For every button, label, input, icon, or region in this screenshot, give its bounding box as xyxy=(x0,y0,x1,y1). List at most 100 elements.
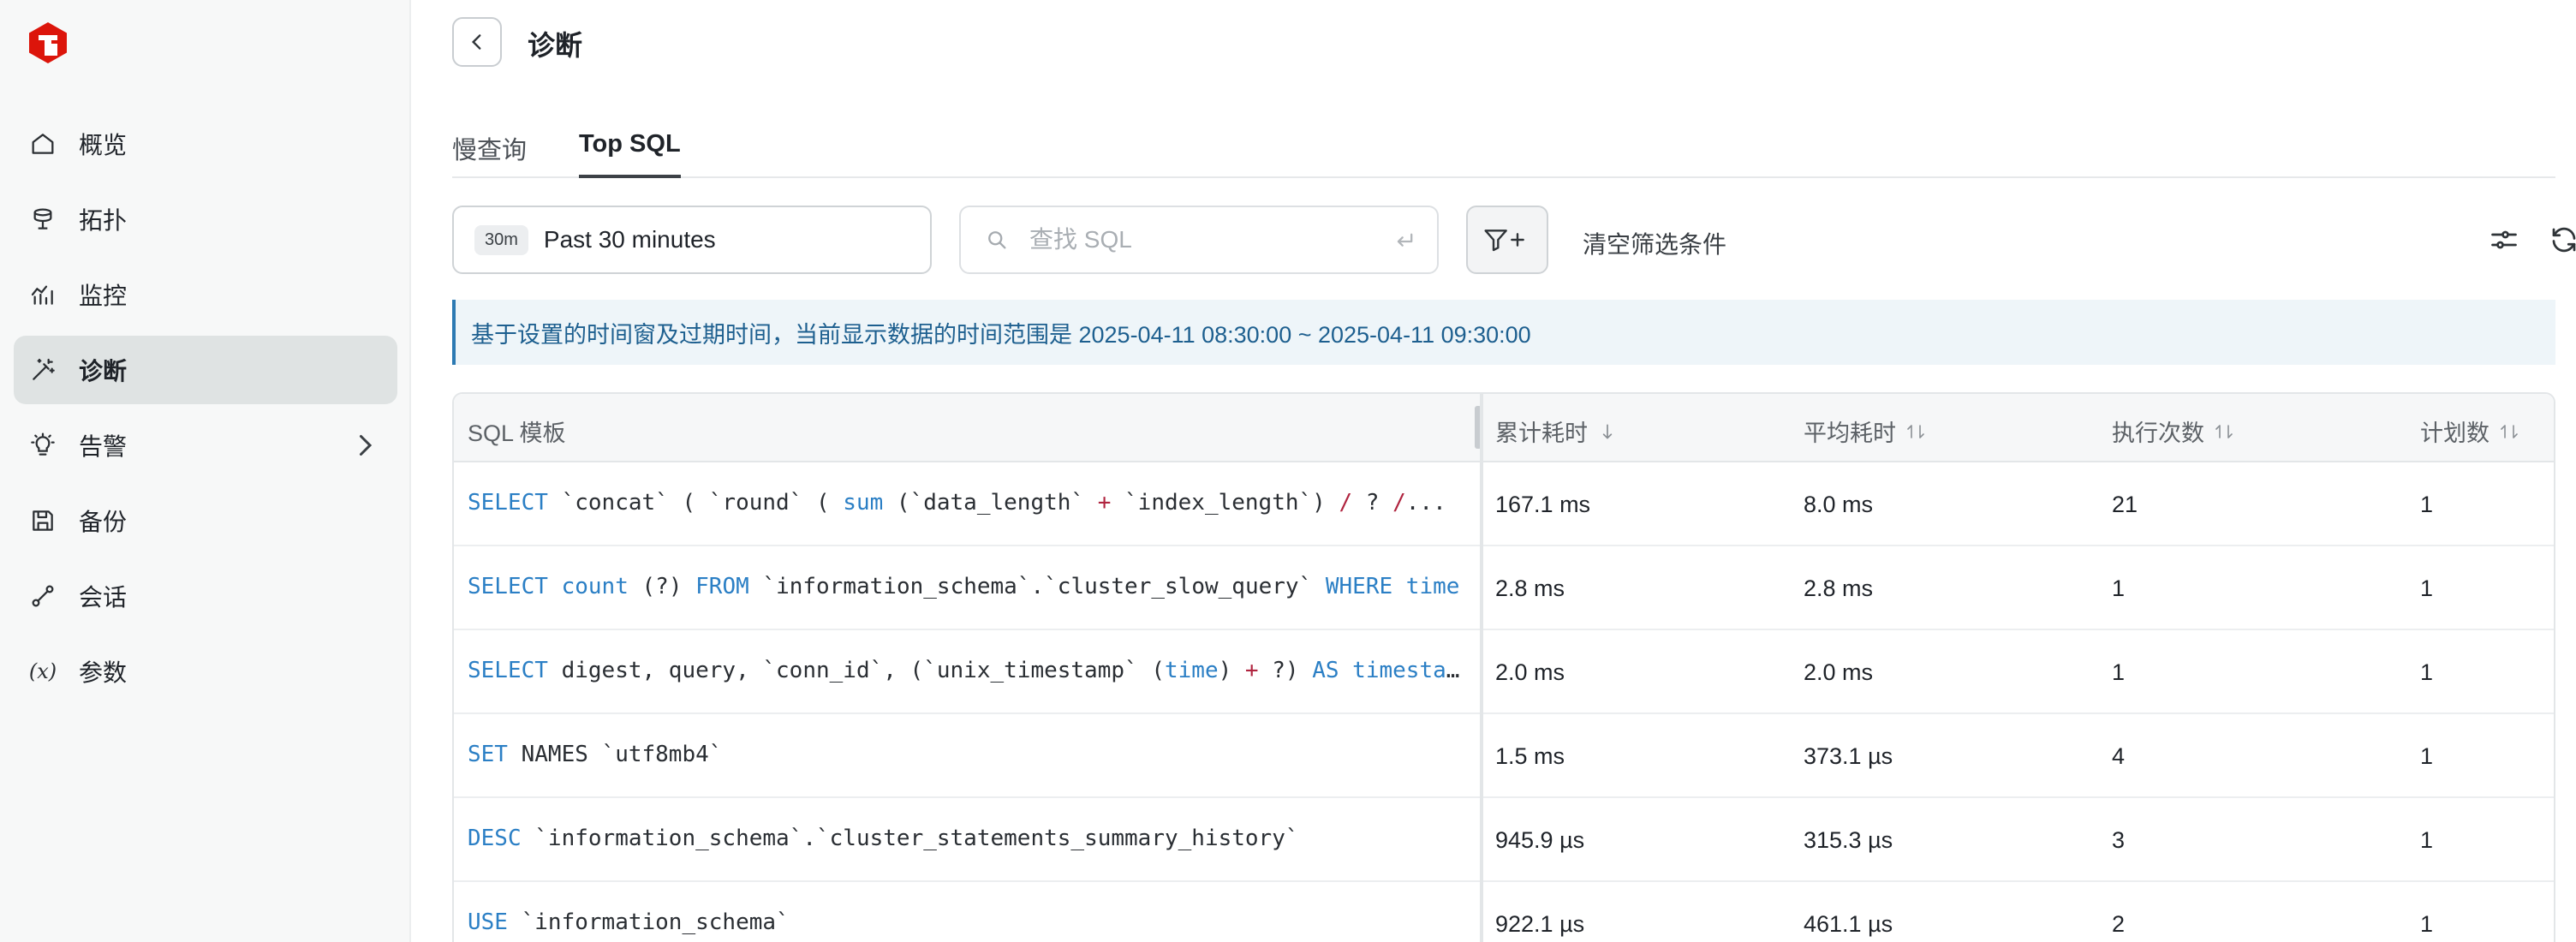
sidebar-item-diagnosis[interactable]: 诊断 xyxy=(14,336,397,404)
table-row[interactable]: SELECT `concat` ( `round` ( sum (`data_l… xyxy=(454,462,2554,546)
header-plan-count[interactable]: 计划数 xyxy=(2420,414,2519,448)
time-range-badge: 30m xyxy=(474,224,528,255)
search-input[interactable] xyxy=(1029,226,1372,253)
total-latency-cell: 945.9 µs xyxy=(1495,827,1585,853)
exec-count-cell: 2 xyxy=(2112,911,2126,937)
add-filter-button[interactable] xyxy=(1466,206,1548,274)
plan-count-cell: 1 xyxy=(2420,492,2434,517)
sidebar-item-label: 会话 xyxy=(79,584,128,611)
time-range-info-banner: 基于设置的时间窗及过期时间，当前显示数据的时间范围是 2025-04-11 08… xyxy=(452,300,2555,365)
sidebar-item-topology[interactable]: 拓扑 xyxy=(14,185,397,253)
column-divider xyxy=(1480,394,1483,942)
table-row[interactable]: SET NAMES `utf8mb4` 1.5 ms 373.1 µs 4 1 xyxy=(454,714,2554,798)
total-latency-cell: 2.0 ms xyxy=(1495,659,1565,685)
time-range-label: Past 30 minutes xyxy=(543,226,716,253)
sidebar-item-parameters[interactable]: (x) 参数 xyxy=(14,637,397,706)
sidebar-item-alerts[interactable]: 告警 xyxy=(14,411,397,480)
avg-latency-cell: 373.1 µs xyxy=(1804,743,1893,769)
sort-icon xyxy=(2215,424,2233,438)
total-latency-cell: 1.5 ms xyxy=(1495,743,1565,769)
sidebar-item-monitoring[interactable]: 监控 xyxy=(14,260,397,329)
sidebar: 概览 拓扑 监控 诊断 告警 备份 会话 (x) 参数 xyxy=(0,0,411,942)
sidebar-item-label: 参数 xyxy=(79,659,128,686)
page-title: 诊断 xyxy=(528,30,583,61)
header-label: 累计耗时 xyxy=(1495,420,1588,446)
back-button[interactable] xyxy=(452,17,502,67)
clear-filters-button[interactable]: 清空筛选条件 xyxy=(1583,226,1726,260)
search-icon xyxy=(988,231,1006,249)
save-icon xyxy=(27,505,58,536)
avg-latency-cell: 2.8 ms xyxy=(1804,575,1874,601)
tidb-logo-icon[interactable] xyxy=(26,21,70,65)
sidebar-item-sessions[interactable]: 会话 xyxy=(14,562,397,630)
header-sql-template[interactable]: SQL 模板 xyxy=(468,414,566,448)
sql-template-cell: DESC `information_schema`.`cluster_state… xyxy=(468,826,1299,851)
plan-count-cell: 1 xyxy=(2420,575,2434,601)
sql-template-cell: SELECT count (?) FROM `information_schem… xyxy=(468,574,1460,599)
sidebar-item-label: 概览 xyxy=(79,132,128,158)
variable-icon: (x) xyxy=(28,659,57,683)
avg-latency-cell: 315.3 µs xyxy=(1804,827,1893,853)
table-body: SELECT `concat` ( `round` ( sum (`data_l… xyxy=(454,462,2554,942)
total-latency-cell: 922.1 µs xyxy=(1495,911,1585,937)
exec-count-cell: 4 xyxy=(2112,743,2126,769)
top-sql-table: SQL 模板 累计耗时 平均耗时 执行次数 计划数 SELECT `concat… xyxy=(452,392,2555,942)
exec-count-cell: 3 xyxy=(2112,827,2126,853)
table-row[interactable]: SELECT digest, query, `conn_id`, (`unix_… xyxy=(454,630,2554,714)
sql-template-cell: USE `information_schema` xyxy=(468,909,790,935)
plan-count-cell: 1 xyxy=(2420,659,2434,685)
header-label: 执行次数 xyxy=(2112,420,2204,446)
search-box xyxy=(959,206,1439,274)
sidebar-item-label: 告警 xyxy=(79,433,128,460)
exec-count-cell: 1 xyxy=(2112,659,2126,685)
sql-template-cell: SET NAMES `utf8mb4` xyxy=(468,742,723,767)
header-exec-count[interactable]: 执行次数 xyxy=(2112,414,2233,448)
table-header: SQL 模板 累计耗时 平均耗时 执行次数 计划数 xyxy=(454,394,2554,462)
sidebar-item-label: 备份 xyxy=(79,509,128,535)
tab-slow-query[interactable]: 慢查询 xyxy=(452,130,527,178)
database-icon xyxy=(27,204,58,235)
sidebar-item-overview[interactable]: 概览 xyxy=(14,110,397,178)
header-total-latency[interactable]: 累计耗时 xyxy=(1495,414,1617,448)
link-icon xyxy=(27,581,58,611)
sql-template-cell: SELECT digest, query, `conn_id`, (`unix_… xyxy=(468,658,1468,683)
chevron-right-icon xyxy=(360,435,373,456)
sidebar-item-backup[interactable]: 备份 xyxy=(14,486,397,555)
avg-latency-cell: 461.1 µs xyxy=(1804,911,1893,937)
total-latency-cell: 167.1 ms xyxy=(1495,492,1591,517)
sidebar-item-label: 拓扑 xyxy=(79,207,128,234)
header-label: 平均耗时 xyxy=(1804,420,1896,446)
table-row[interactable]: DESC `information_schema`.`cluster_state… xyxy=(454,798,2554,882)
sort-icon xyxy=(2501,424,2518,438)
avg-latency-cell: 2.0 ms xyxy=(1804,659,1874,685)
main-content: 诊断 慢查询 Top SQL 30m Past 30 minutes 清空筛选条… xyxy=(411,0,2576,942)
total-latency-cell: 2.8 ms xyxy=(1495,575,1565,601)
sort-desc-icon xyxy=(1602,424,1613,439)
home-icon xyxy=(27,128,58,159)
avg-latency-cell: 8.0 ms xyxy=(1804,492,1874,517)
toolbar: 30m Past 30 minutes 清空筛选条件 xyxy=(452,206,2576,276)
sort-icon xyxy=(1907,424,1924,438)
tab-top-sql[interactable]: Top SQL xyxy=(579,130,681,178)
lightbulb-icon xyxy=(27,430,58,461)
header-avg-latency[interactable]: 平均耗时 xyxy=(1804,414,1925,448)
refresh-icon[interactable] xyxy=(2549,224,2576,255)
time-range-picker[interactable]: 30m Past 30 minutes xyxy=(452,206,932,274)
magic-wand-icon xyxy=(27,355,58,385)
sql-template-cell: SELECT `concat` ( `round` ( sum (`data_l… xyxy=(468,490,1446,516)
filter-plus-icon xyxy=(1484,230,1524,252)
chevron-left-icon xyxy=(471,34,481,50)
plan-count-cell: 1 xyxy=(2420,743,2434,769)
table-row[interactable]: USE `information_schema` 922.1 µs 461.1 … xyxy=(454,882,2554,942)
header-label: SQL 模板 xyxy=(468,420,566,446)
exec-count-cell: 21 xyxy=(2112,492,2138,517)
sidebar-item-label: 监控 xyxy=(79,283,128,309)
header-label: 计划数 xyxy=(2420,420,2490,446)
table-row[interactable]: SELECT count (?) FROM `information_schem… xyxy=(454,546,2554,630)
settings-sliders-icon[interactable] xyxy=(2489,224,2519,255)
sidebar-nav: 概览 拓扑 监控 诊断 告警 备份 会话 (x) 参数 xyxy=(14,110,397,712)
sidebar-item-label: 诊断 xyxy=(79,358,128,385)
tab-bar: 慢查询 Top SQL xyxy=(452,127,2555,178)
exec-count-cell: 1 xyxy=(2112,575,2126,601)
plan-count-cell: 1 xyxy=(2420,827,2434,853)
